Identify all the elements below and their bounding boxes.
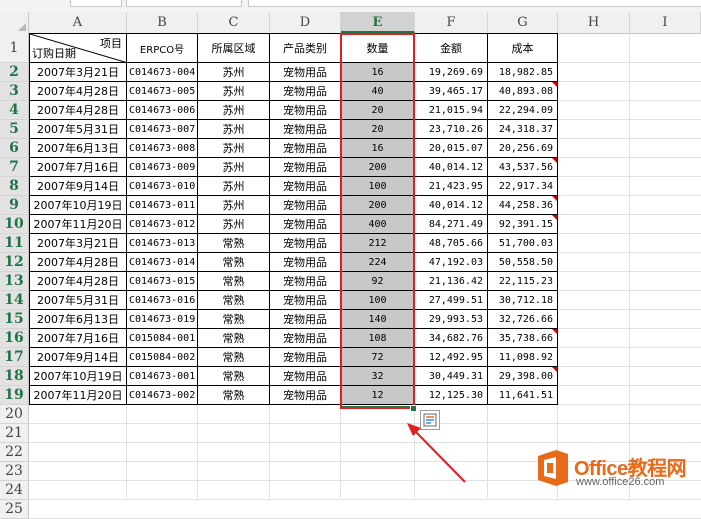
- watermark-url: www.office26.com: [576, 476, 665, 488]
- gridline: [29, 499, 701, 500]
- row-header-25[interactable]: 25: [0, 500, 29, 519]
- office-logo-icon: [538, 450, 568, 486]
- red-arrow: [407, 423, 466, 483]
- watermark: Office教程网 www.office26.com: [528, 446, 700, 498]
